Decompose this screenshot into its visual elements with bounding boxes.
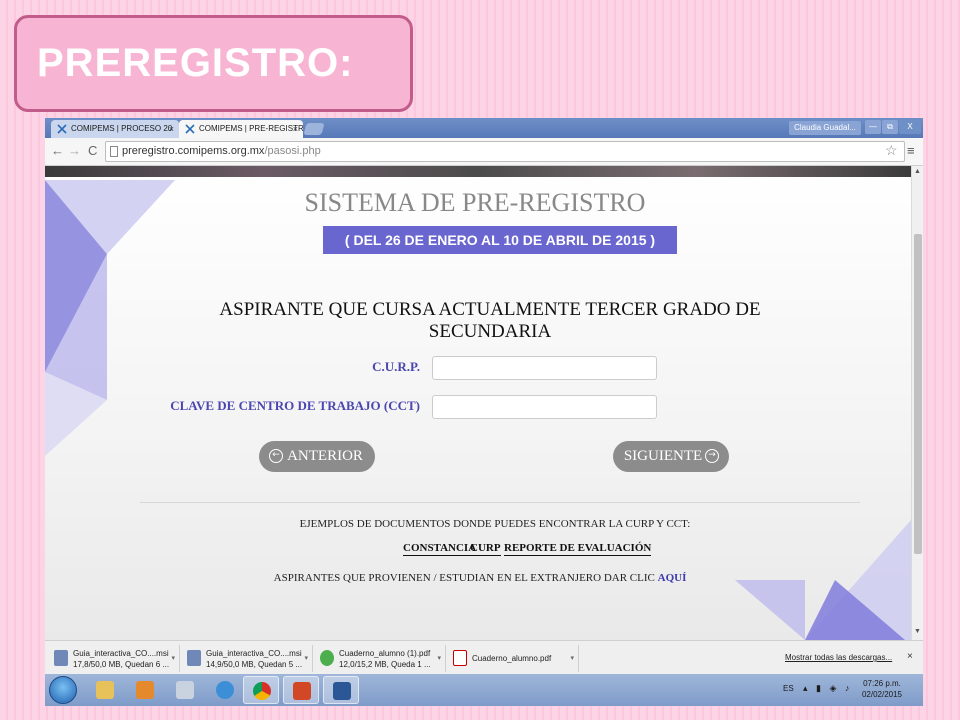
url-host: preregistro.comipems.org.mx (122, 145, 265, 157)
pdf-progress-icon (320, 650, 334, 666)
cct-input[interactable] (432, 395, 657, 419)
back-arrow-icon[interactable]: ← (51, 144, 64, 158)
comipems-logo-icon (185, 124, 195, 134)
section-divider (140, 502, 860, 503)
web-page: SISTEMA DE PRE-REGISTRO ( DEL 26 DE ENER… (45, 166, 911, 640)
download-status: 12,0/15,2 MB, Queda 1 ... (339, 660, 431, 669)
installer-icon (54, 650, 68, 666)
download-item[interactable]: Cuaderno_alumno (1).pdf 12,0/15,2 MB, Qu… (315, 645, 446, 672)
constancia-link[interactable]: CONSTANCIA (403, 542, 477, 556)
chevron-down-icon[interactable]: ▾ (304, 653, 308, 664)
close-window-button[interactable]: X (899, 120, 921, 134)
windows-taskbar: ES ▴ ▮ ◈ ♪ 07:26 p.m. 02/02/2015 (45, 674, 923, 706)
forward-arrow-icon[interactable]: → (68, 144, 81, 158)
arrow-left-circle-icon: ← (269, 449, 283, 463)
minimize-button[interactable]: — (865, 120, 881, 134)
taskbar-powerpoint-button[interactable] (283, 676, 319, 704)
tab-label: COMIPEMS | PROCESO 20 (71, 124, 173, 133)
arrow-right-circle-icon: → (705, 449, 719, 463)
start-button[interactable] (49, 676, 77, 704)
show-all-downloads-link[interactable]: Mostrar todas las descargas... (785, 653, 892, 662)
tab-close-icon[interactable]: × (169, 120, 174, 138)
slide-title: PREREGISTRO: (14, 15, 413, 112)
chevron-down-icon[interactable]: ▾ (570, 653, 574, 664)
clock-time: 07:26 p.m. (863, 679, 901, 688)
date-range-banner: ( DEL 26 DE ENERO AL 10 DE ABRIL DE 2015… (323, 226, 677, 254)
scroll-down-icon[interactable]: ▼ (914, 628, 921, 635)
curp-link[interactable]: CURP (470, 542, 501, 556)
browser-window: COMIPEMS | PROCESO 20 × COMIPEMS | PRE-R… (45, 118, 923, 706)
chevron-down-icon[interactable]: ▾ (437, 653, 441, 664)
download-item[interactable]: Cuaderno_alumno.pdf ▾ (448, 645, 579, 672)
download-status: 14,9/50,0 MB, Quedan 5 ... (206, 660, 303, 669)
download-item[interactable]: Guia_interactiva_CO....msi 17,8/50,0 MB,… (49, 645, 180, 672)
curp-input[interactable] (432, 356, 657, 380)
download-name: Cuaderno_alumno.pdf (472, 654, 552, 663)
taskbar-word-button[interactable] (323, 676, 359, 704)
download-status: 17,8/50,0 MB, Quedan 6 ... (73, 660, 170, 669)
next-label: SIGUIENTE (623, 448, 703, 464)
taskbar-explorer-button[interactable] (87, 676, 123, 704)
reload-icon[interactable]: C (88, 144, 97, 158)
language-indicator[interactable]: ES (783, 684, 794, 693)
previous-button[interactable]: ← ANTERIOR (259, 441, 375, 472)
downloads-bar: Guia_interactiva_CO....msi 17,8/50,0 MB,… (45, 640, 923, 674)
chevron-down-icon[interactable]: ▾ (171, 653, 175, 664)
new-tab-button[interactable] (303, 123, 325, 135)
next-button[interactable]: SIGUIENTE → (613, 441, 729, 472)
cct-label: CLAVE DE CENTRO DE TRABAJO (CCT) (170, 398, 420, 413)
tab-close-icon[interactable]: × (293, 120, 298, 138)
foreign-applicants-link[interactable]: AQUÍ (658, 572, 687, 584)
address-bar[interactable]: preregistro.comipems.org.mx/pasosi.php (105, 141, 905, 162)
examples-text: EJEMPLOS DE DOCUMENTOS DONDE PUEDES ENCO… (299, 518, 691, 530)
tab-comipems-proceso[interactable]: COMIPEMS | PROCESO 20 × (51, 120, 179, 138)
powerpoint-icon (293, 682, 311, 700)
internet-explorer-icon (216, 681, 234, 699)
system-tray-icons[interactable]: ▴ ▮ ◈ ♪ (803, 683, 852, 694)
installer-icon (187, 650, 201, 666)
taskbar-ie-button[interactable] (207, 676, 243, 704)
maximize-button[interactable]: ⧉ (882, 120, 898, 134)
scroll-thumb[interactable] (914, 234, 922, 554)
bookmark-star-icon[interactable]: ☆ (885, 143, 898, 157)
tab-comipems-preregistro[interactable]: COMIPEMS | PRE-REGISTR × (179, 120, 303, 138)
browser-toolbar: ← → C preregistro.comipems.org.mx/pasosi… (45, 138, 923, 166)
url-path: /pasosi.php (264, 145, 321, 157)
calculator-icon (176, 681, 194, 699)
previous-label: ANTERIOR (287, 448, 363, 464)
page-heading: ASPIRANTE QUE CURSA ACTUALMENTE TERCER G… (219, 299, 761, 342)
taskbar-calculator-button[interactable] (167, 676, 203, 704)
word-icon (333, 682, 351, 700)
comipems-logo-icon (57, 124, 67, 134)
curp-label: C.U.R.P. (372, 359, 420, 374)
close-downloads-icon[interactable]: × (907, 651, 913, 662)
download-name: Guia_interactiva_CO....msi (206, 649, 302, 658)
foreign-applicants-label: ASPIRANTES QUE PROVIENEN / ESTUDIAN EN E… (273, 572, 658, 584)
clock-date: 02/02/2015 (861, 690, 903, 699)
taskbar-chrome-button[interactable] (243, 676, 279, 704)
taskbar-media-button[interactable] (127, 676, 163, 704)
menu-icon[interactable]: ≡ (907, 144, 915, 158)
pdf-file-icon (453, 650, 467, 666)
page-icon (110, 146, 118, 157)
browser-user-label[interactable]: Claudia Guadal... (789, 121, 861, 135)
download-name: Cuaderno_alumno (1).pdf (339, 649, 431, 658)
download-item[interactable]: Guia_interactiva_CO....msi 14,9/50,0 MB,… (182, 645, 313, 672)
tab-label: COMIPEMS | PRE-REGISTR (199, 124, 303, 133)
tab-bar: COMIPEMS | PROCESO 20 × COMIPEMS | PRE-R… (45, 118, 923, 138)
folder-icon (96, 681, 114, 699)
reporte-evaluacion-link[interactable]: REPORTE DE EVALUACIÓN (504, 542, 652, 556)
chrome-icon (253, 682, 271, 700)
media-player-icon (136, 681, 154, 699)
foreign-applicants-text: ASPIRANTES QUE PROVIENEN / ESTUDIAN EN E… (265, 572, 695, 584)
scroll-up-icon[interactable]: ▲ (914, 168, 921, 175)
taskbar-clock[interactable]: 07:26 p.m. 02/02/2015 (857, 678, 907, 700)
system-title: SISTEMA DE PRE-REGISTRO (304, 188, 646, 217)
page-scrollbar[interactable]: ▲ ▼ (911, 166, 923, 640)
download-name: Guia_interactiva_CO....msi (73, 649, 169, 658)
